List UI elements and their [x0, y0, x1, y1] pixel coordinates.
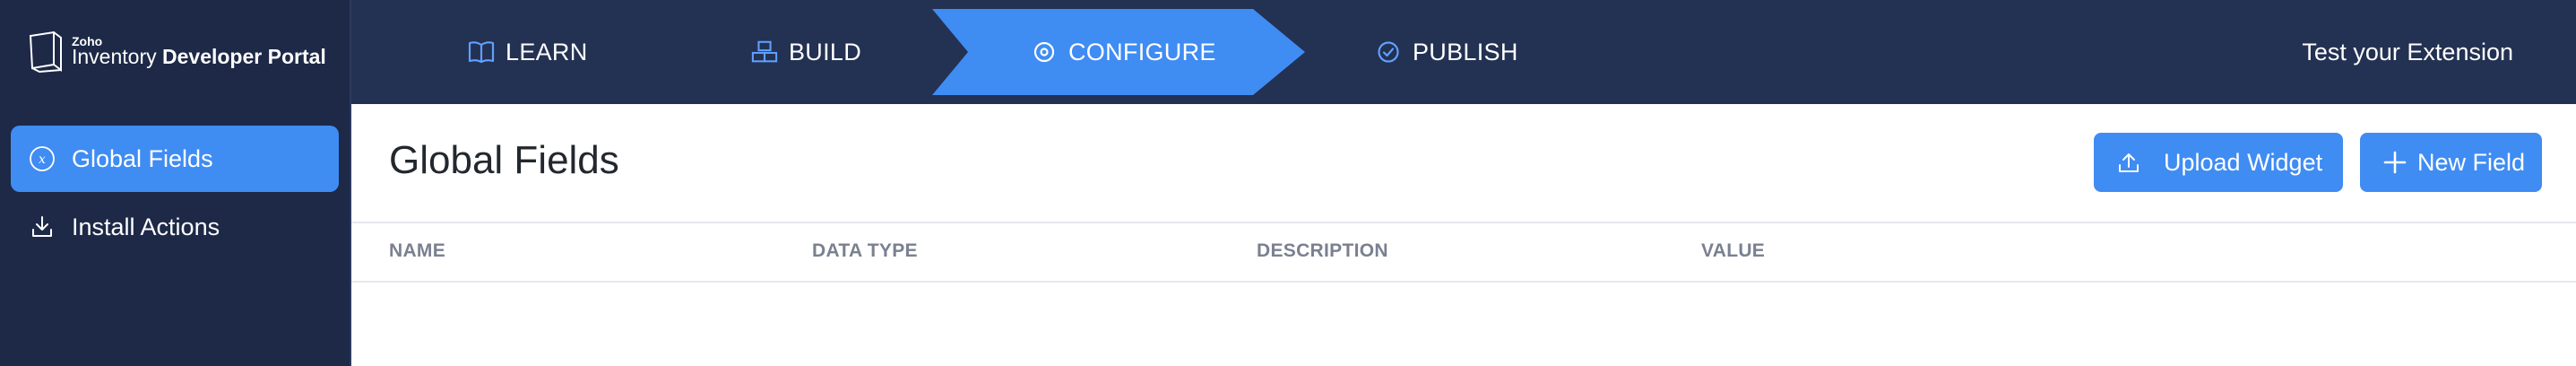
table-header-divider [351, 281, 2576, 283]
new-field-label: New Field [2417, 148, 2526, 176]
header-divider [351, 222, 2576, 223]
column-header-description[interactable]: DESCRIPTION [1257, 240, 1388, 262]
brand-title: Inventory Developer Portal [72, 45, 326, 69]
svg-text:x: x [39, 152, 46, 167]
blocks-icon [751, 39, 778, 65]
top-navigation-bar: Zoho Inventory Developer Portal LEARN BU… [0, 0, 2576, 104]
sidebar-item-label: Global Fields [72, 144, 213, 172]
zoho-inventory-logo-icon [29, 30, 62, 74]
page-title: Global Fields [389, 138, 619, 182]
sidebar-item-label: Install Actions [72, 213, 220, 240]
brand-logo-area[interactable]: Zoho Inventory Developer Portal [0, 0, 351, 104]
step-learn-label: LEARN [506, 38, 588, 65]
download-icon [27, 212, 57, 242]
upload-widget-label: Upload Widget [2164, 148, 2323, 176]
variable-icon: x [27, 144, 57, 174]
step-publish[interactable]: PUBLISH [1375, 0, 1518, 104]
step-configure[interactable]: CONFIGURE [1031, 0, 1216, 104]
column-header-value[interactable]: VALUE [1701, 240, 1765, 262]
test-extension-link[interactable]: Test your Extension [2302, 0, 2513, 104]
step-learn[interactable]: LEARN [468, 0, 588, 104]
sidebar-item-global-fields[interactable]: x Global Fields [11, 126, 339, 192]
sidebar: x Global Fields Install Actions [0, 104, 351, 366]
main-content: Global Fields Upload Widget New Field NA… [351, 104, 2576, 366]
brand-portal: Developer Portal [162, 45, 326, 68]
step-build-label: BUILD [789, 38, 862, 65]
check-circle-icon [1375, 39, 1402, 65]
step-publish-label: PUBLISH [1413, 38, 1518, 65]
upload-widget-button[interactable]: Upload Widget [2094, 133, 2343, 192]
column-header-data-type[interactable]: DATA TYPE [812, 240, 918, 262]
app-root: Zoho Inventory Developer Portal LEARN BU… [0, 0, 2576, 366]
plus-icon [2380, 147, 2410, 178]
gear-icon [1031, 39, 1058, 65]
book-icon [468, 39, 495, 65]
step-build[interactable]: BUILD [751, 0, 861, 104]
new-field-button[interactable]: New Field [2360, 133, 2542, 192]
step-configure-label: CONFIGURE [1068, 38, 1216, 65]
sidebar-item-install-actions[interactable]: Install Actions [11, 194, 339, 260]
column-header-name[interactable]: NAME [389, 240, 445, 262]
brand-product: Inventory [72, 45, 157, 68]
upload-icon [2114, 147, 2144, 178]
